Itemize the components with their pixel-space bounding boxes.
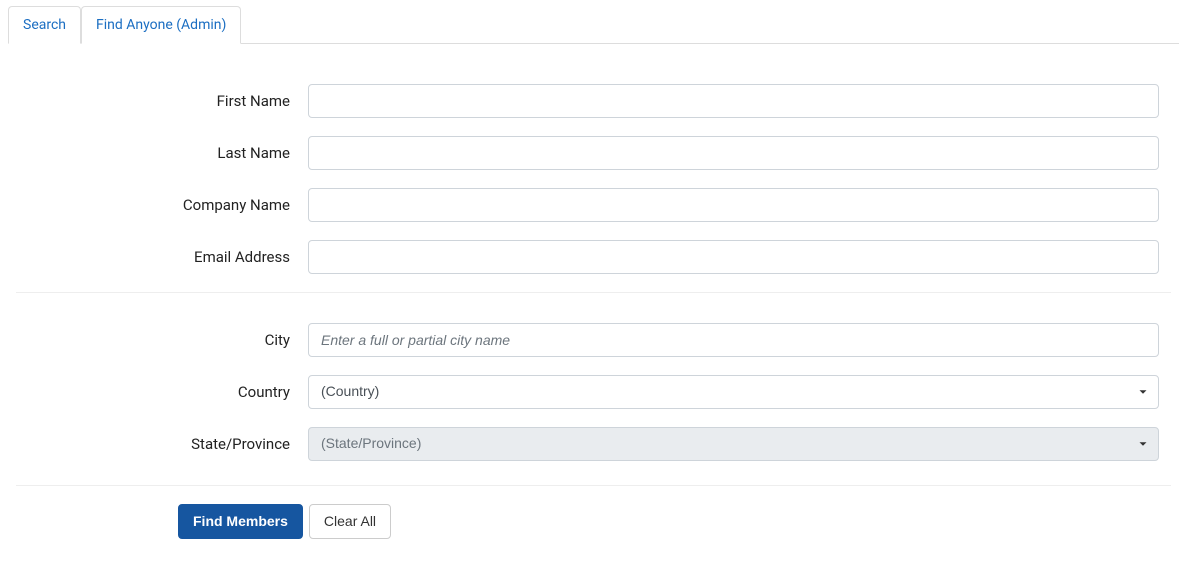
city-label: City bbox=[8, 331, 308, 349]
state-province-select[interactable]: (State/Province) bbox=[308, 427, 1159, 461]
email-address-label: Email Address bbox=[8, 248, 308, 266]
last-name-label: Last Name bbox=[8, 144, 308, 162]
country-label: Country bbox=[8, 383, 308, 401]
email-address-input[interactable] bbox=[308, 240, 1159, 274]
city-input[interactable] bbox=[308, 323, 1159, 357]
find-members-button[interactable]: Find Members bbox=[178, 504, 303, 539]
first-name-input[interactable] bbox=[308, 84, 1159, 118]
last-name-input[interactable] bbox=[308, 136, 1159, 170]
company-name-label: Company Name bbox=[8, 196, 308, 214]
tab-search[interactable]: Search bbox=[8, 6, 81, 44]
button-row: Find Members Clear All bbox=[8, 504, 1179, 539]
tab-find-anyone-admin[interactable]: Find Anyone (Admin) bbox=[81, 6, 241, 44]
tab-bar: Search Find Anyone (Admin) bbox=[8, 6, 1179, 44]
company-name-input[interactable] bbox=[308, 188, 1159, 222]
button-divider bbox=[16, 485, 1171, 486]
first-name-label: First Name bbox=[8, 92, 308, 110]
section-divider bbox=[16, 292, 1171, 293]
search-form: First Name Last Name Company Name Email … bbox=[0, 44, 1187, 539]
country-select[interactable]: (Country) bbox=[308, 375, 1159, 409]
clear-all-button[interactable]: Clear All bbox=[309, 504, 391, 539]
state-province-label: State/Province bbox=[8, 435, 308, 453]
